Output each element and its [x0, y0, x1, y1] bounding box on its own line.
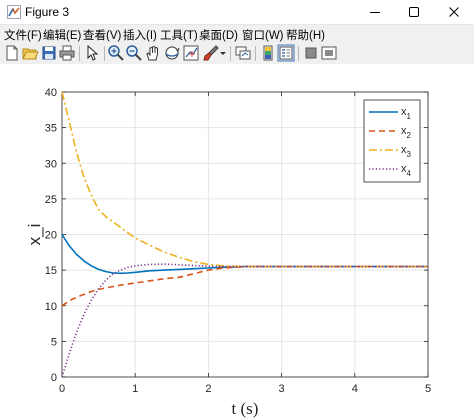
y-tick-label: 25 [45, 194, 57, 206]
y-axis-label: x_i [25, 224, 44, 246]
zoom-out-icon[interactable] [125, 44, 143, 62]
x-tick-label: 1 [132, 383, 138, 395]
pan-icon[interactable] [144, 44, 162, 62]
close-icon [449, 7, 459, 17]
dropdown-arrow-icon[interactable] [219, 44, 227, 62]
menu-view[interactable]: 查看(V) [83, 27, 121, 43]
figure-toolbar [0, 43, 474, 63]
y-tick-label: 40 [45, 87, 57, 99]
window-title: Figure 3 [25, 5, 70, 19]
open-file-icon[interactable] [21, 44, 39, 62]
hide-plot-tools-icon[interactable] [302, 44, 320, 62]
insert-legend-icon[interactable] [277, 44, 295, 62]
save-icon[interactable] [40, 44, 58, 62]
x-tick-label: 5 [425, 383, 431, 395]
pointer-icon[interactable] [83, 44, 101, 62]
zoom-in-icon[interactable] [107, 44, 125, 62]
x-tick-label: 0 [59, 383, 65, 395]
print-icon[interactable] [58, 44, 76, 62]
menu-desktop[interactable]: 桌面(D) [199, 27, 238, 43]
menu-file[interactable]: 文件(F) [4, 27, 42, 43]
minimize-button[interactable] [355, 0, 395, 24]
maximize-icon [409, 7, 419, 17]
menu-window[interactable]: 窗口(W) [242, 27, 284, 43]
toolbar-separator [298, 46, 299, 61]
window-title-bar: Figure 3 [0, 0, 474, 25]
toolbar-separator [104, 46, 105, 61]
show-plot-tools-icon[interactable] [320, 44, 338, 62]
figure-canvas: 0 1 2 3 4 5 0 5 10 15 20 25 30 35 40 t (s) x_i x1 x2 x3 x4 [0, 64, 474, 419]
line-chart[interactable]: 0 1 2 3 4 50510152025303540t (s)x_ix1x2x3x4 [0, 64, 474, 419]
y-tick-label: 35 [45, 123, 57, 135]
x-axis-label: t (s) [232, 399, 259, 418]
maximize-button[interactable] [394, 0, 434, 24]
toolbar-separator [79, 46, 80, 61]
insert-colorbar-icon[interactable] [259, 44, 277, 62]
menu-edit[interactable]: 编辑(E) [43, 27, 81, 43]
toolbar-separator [230, 46, 231, 61]
y-tick-label: 5 [51, 336, 57, 348]
x-tick-label: 4 [352, 383, 358, 395]
y-tick-label: 10 [45, 301, 57, 313]
menu-bar: 文件(F) 编辑(E) 查看(V) 插入(I) 工具(T) 桌面(D) 窗口(W… [0, 25, 474, 43]
data-cursor-icon[interactable] [182, 44, 200, 62]
x-tick-label: 2 [205, 383, 211, 395]
link-plot-icon[interactable] [234, 44, 252, 62]
menu-insert[interactable]: 插入(I) [123, 27, 157, 43]
toolbar-separator [255, 46, 256, 61]
new-figure-icon[interactable] [3, 44, 21, 62]
rotate-3d-icon[interactable] [163, 44, 181, 62]
x-tick-label: 3 [279, 383, 285, 395]
y-tick-label: 0 [51, 372, 57, 384]
menu-tools[interactable]: 工具(T) [160, 27, 198, 43]
y-tick-label: 30 [45, 158, 57, 170]
brush-icon[interactable] [202, 44, 220, 62]
minimize-icon [370, 12, 380, 13]
y-tick-label: 15 [45, 265, 57, 277]
matlab-icon [7, 5, 21, 19]
close-button[interactable] [434, 0, 474, 24]
menu-help[interactable]: 帮助(H) [286, 27, 325, 43]
y-tick-label: 20 [45, 230, 57, 242]
